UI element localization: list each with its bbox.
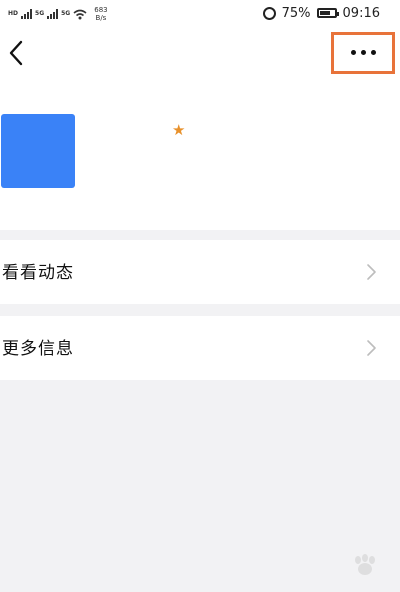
- star-icon: ★: [172, 121, 186, 139]
- battery-percent: 75%: [281, 5, 311, 21]
- menu-item-label: 看看动态: [2, 263, 74, 283]
- more-options-button[interactable]: [331, 32, 395, 74]
- avatar[interactable]: [1, 114, 75, 188]
- watermark-logo: [352, 554, 378, 576]
- chevron-left-icon: [9, 40, 23, 66]
- paw-logo-icon: [355, 554, 375, 575]
- network-speed: 683 B/s: [94, 6, 107, 22]
- chevron-right-icon: [367, 264, 376, 280]
- more-dots-icon: [334, 50, 392, 55]
- chevron-right-icon: [367, 340, 376, 356]
- menu-item-moments[interactable]: 看看动态: [0, 240, 400, 304]
- battery-icon: [316, 8, 339, 18]
- wifi-icon: [73, 9, 87, 19]
- clock: 09:16: [342, 5, 380, 21]
- menu-item-label: 更多信息: [2, 339, 74, 359]
- signal-type-label-3: 5G: [61, 10, 71, 17]
- battery-fill: [319, 11, 331, 15]
- back-button[interactable]: [4, 38, 28, 68]
- network-speed-unit: B/s: [95, 14, 107, 22]
- network-speed-value: 683: [94, 6, 108, 14]
- signal-type-label: HD: [8, 10, 19, 17]
- status-right: 75% 09:16: [262, 4, 380, 22]
- signal-type-label-2: 5G: [35, 10, 45, 17]
- status-bar: HD 5G 5G 683 B/s 75% 09:16: [0, 0, 400, 28]
- alarm-icon: [262, 6, 276, 20]
- signal-icon: [21, 9, 33, 19]
- menu-item-more-info[interactable]: 更多信息: [0, 316, 400, 380]
- status-left: HD 5G 5G 683 B/s: [8, 4, 108, 24]
- signal-icon-2: [47, 9, 59, 19]
